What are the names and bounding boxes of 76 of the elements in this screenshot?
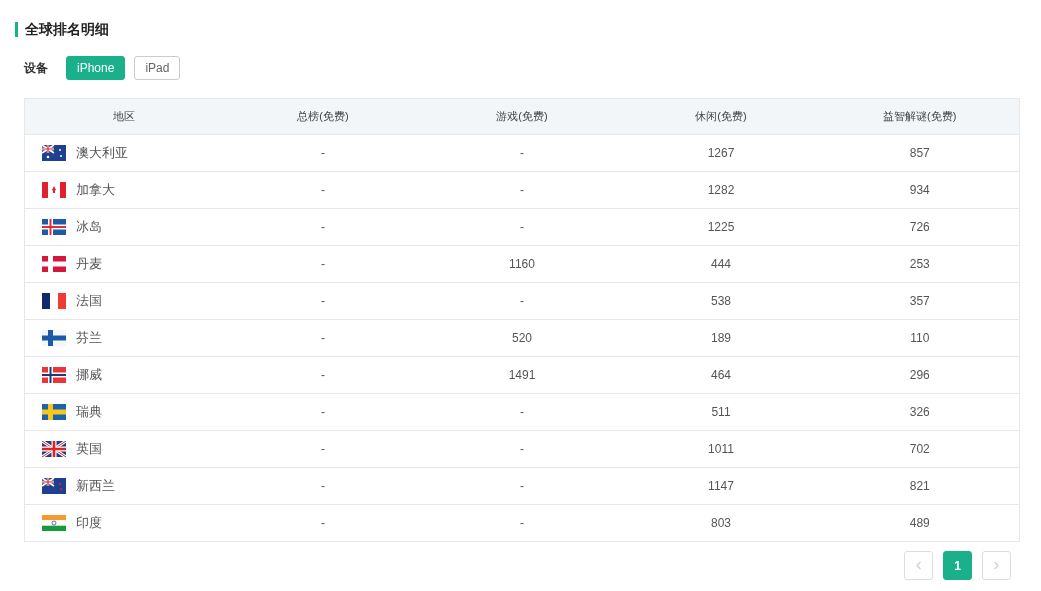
table-cell: 1491: [422, 356, 622, 394]
region-name: 冰岛: [76, 218, 102, 236]
table-cell: 326: [820, 393, 1020, 431]
flag-icon: [42, 182, 66, 198]
table-cell: 1225: [621, 208, 821, 246]
table-cell: -: [223, 282, 423, 320]
table-cell: 296: [820, 356, 1020, 394]
table-cell: 1282: [621, 171, 821, 209]
device-label: 设备: [24, 59, 48, 77]
table-cell: 702: [820, 430, 1020, 468]
column-header: 地区: [24, 98, 224, 135]
region-name: 印度: [76, 514, 102, 532]
region-name: 澳大利亚: [76, 144, 128, 162]
table-cell: -: [223, 504, 423, 542]
column-header: 休闲(免费): [621, 98, 821, 135]
table-cell: -: [223, 134, 423, 172]
table-cell: -: [223, 319, 423, 357]
region-name: 芬兰: [76, 329, 102, 347]
flag-icon: [42, 367, 66, 383]
region-name: 英国: [76, 440, 102, 458]
table-cell: 444: [621, 245, 821, 283]
flag-icon: [42, 293, 66, 309]
flag-icon: [42, 330, 66, 346]
table-cell: 803: [621, 504, 821, 542]
table-cell: 110: [820, 319, 1020, 357]
table-cell: -: [223, 171, 423, 209]
region-name: 丹麦: [76, 255, 102, 273]
table-cell: 357: [820, 282, 1020, 320]
flag-icon: [42, 515, 66, 531]
region-name: 新西兰: [76, 477, 115, 495]
table-cell: -: [223, 393, 423, 431]
table-cell: -: [223, 430, 423, 468]
table-cell: 934: [820, 171, 1020, 209]
flag-icon: [42, 404, 66, 420]
table-cell: 253: [820, 245, 1020, 283]
device-tab[interactable]: iPhone: [66, 56, 126, 80]
flag-icon: [42, 441, 66, 457]
table-cell: -: [422, 134, 622, 172]
flag-icon: [42, 256, 66, 272]
table-cell: 1267: [621, 134, 821, 172]
column-header: 游戏(免费): [422, 98, 622, 135]
table-cell: 1011: [621, 430, 821, 468]
table-cell: 511: [621, 393, 821, 431]
region-name: 加拿大: [76, 181, 115, 199]
region-name: 法国: [76, 292, 102, 310]
table-cell: 821: [820, 467, 1020, 505]
table-cell: -: [422, 504, 622, 542]
region-name: 挪威: [76, 366, 102, 384]
table-cell: 189: [621, 319, 821, 357]
table-cell: -: [422, 430, 622, 468]
table-cell: 726: [820, 208, 1020, 246]
table-cell: -: [223, 208, 423, 246]
page-button[interactable]: 1: [943, 551, 972, 580]
section-title: 全球排名明细: [15, 22, 1019, 37]
table-cell: 464: [621, 356, 821, 394]
table-cell: 857: [820, 134, 1020, 172]
region-name: 瑞典: [76, 403, 102, 421]
table-cell: 1147: [621, 467, 821, 505]
table-cell: -: [422, 467, 622, 505]
column-header: 益智解谜(免费): [820, 98, 1020, 135]
table-cell: 538: [621, 282, 821, 320]
column-header: 总榜(免费): [223, 98, 423, 135]
flag-icon: [42, 145, 66, 161]
table-cell: 489: [820, 504, 1020, 542]
device-tab[interactable]: iPad: [134, 56, 181, 80]
table-cell: -: [223, 467, 423, 505]
flag-icon: [42, 478, 66, 494]
table-cell: 1160: [422, 245, 622, 283]
table-cell: -: [422, 171, 622, 209]
table-cell: -: [223, 245, 423, 283]
table-cell: -: [223, 356, 423, 394]
table-cell: 520: [422, 319, 622, 357]
table-cell: -: [422, 208, 622, 246]
table-cell: -: [422, 282, 622, 320]
table-cell: -: [422, 393, 622, 431]
flag-icon: [42, 219, 66, 235]
